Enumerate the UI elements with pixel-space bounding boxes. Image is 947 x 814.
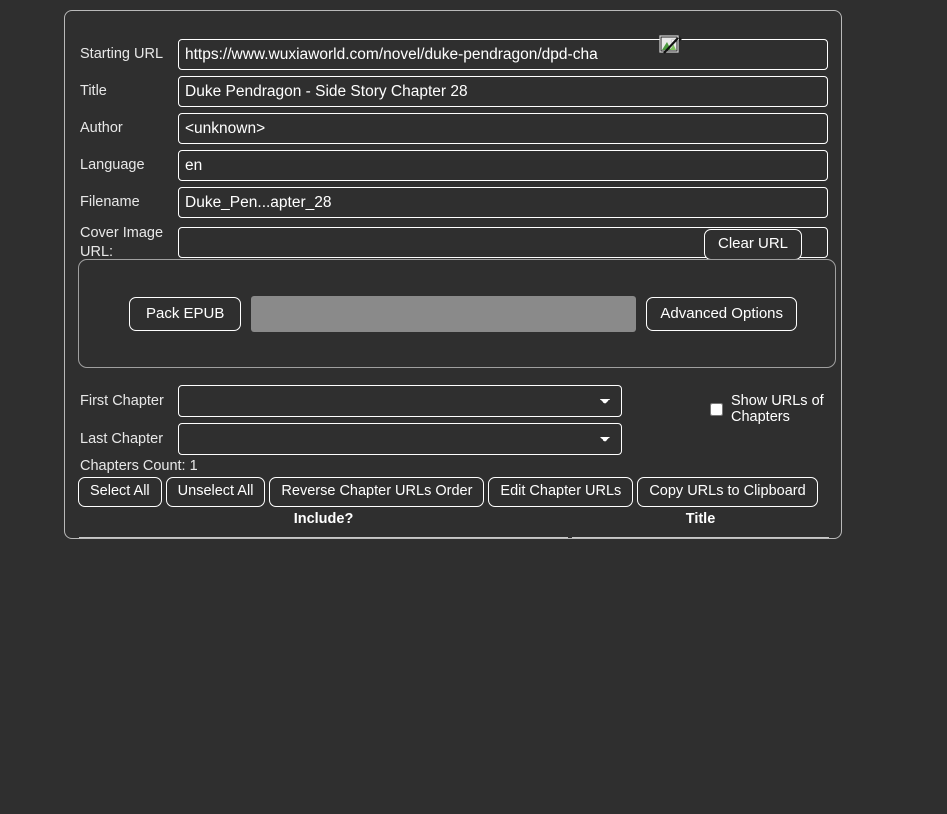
show-urls-of-chapters-label: Show URLs of Chapters [731,393,824,425]
language-input[interactable] [178,150,828,181]
form-row-starting-url: Starting URL [80,39,828,70]
pack-epub-row: Pack EPUB Advanced Options [129,296,797,332]
language-label: Language [80,157,145,174]
edit-chapter-urls-button[interactable]: Edit Chapter URLs [488,477,634,507]
first-chapter-label: First Chapter [80,392,164,409]
select-all-button[interactable]: Select All [78,477,162,507]
form-row-filename: Filename [80,187,828,218]
form-row-author: Author [80,113,828,144]
chapter-table-header-include: Include? [79,511,568,538]
filename-label: Filename [80,194,140,211]
broken-image-icon [658,33,684,59]
last-chapter-select[interactable] [178,423,622,455]
starting-url-input[interactable] [178,39,828,70]
title-input[interactable] [178,76,828,107]
cover-image-url-label-line1: Cover Image [80,225,164,241]
starting-url-label: Starting URL [80,46,164,63]
pack-progress-bar [251,296,637,332]
show-urls-of-chapters-row[interactable]: Show URLs of Chapters [710,393,841,425]
form-row-language: Language [80,150,828,181]
unselect-all-button[interactable]: Unselect All [165,477,266,507]
copy-urls-to-clipboard-button[interactable]: Copy URLs to Clipboard [637,477,818,507]
form-row-title: Title [80,76,828,107]
author-label: Author [80,120,123,137]
chapter-table-header-title: Title [572,511,829,538]
cover-image-url-label-line2: URL: [80,243,114,260]
reverse-chapter-urls-order-button[interactable]: Reverse Chapter URLs Order [269,477,485,507]
pack-epub-section: Pack EPUB Advanced Options [78,259,836,368]
cover-image-url-label: Cover Image URL: [80,224,178,261]
author-input[interactable] [178,113,828,144]
advanced-options-button[interactable]: Advanced Options [646,296,797,332]
chapters-count-text: Chapters Count: 1 [80,458,198,474]
epub-builder-panel: Starting URL Title Author Language Filen… [64,10,842,539]
filename-input[interactable] [178,187,828,218]
first-chapter-row: First Chapter [80,385,622,417]
pack-epub-button[interactable]: Pack EPUB [129,296,242,332]
clear-url-button[interactable]: Clear URL [704,229,803,260]
last-chapter-label: Last Chapter [80,430,164,447]
chapter-table-header: Include? Title [79,511,829,538]
chapter-actions-toolbar: Select All Unselect All Reverse Chapter … [78,477,818,507]
last-chapter-row: Last Chapter [80,423,622,455]
first-chapter-select[interactable] [178,385,622,417]
show-urls-of-chapters-checkbox[interactable] [710,402,723,416]
title-label: Title [80,83,107,100]
